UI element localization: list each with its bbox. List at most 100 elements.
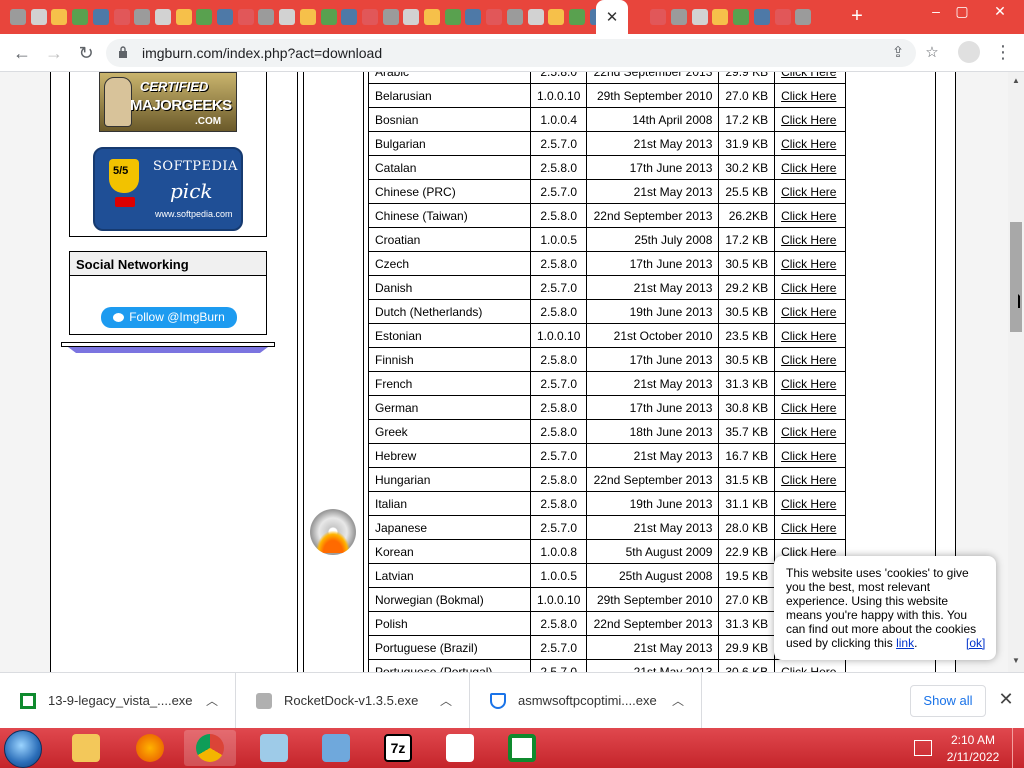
clock-date[interactable]: 2/11/2022 xyxy=(945,750,1001,764)
tab-favicon-icon[interactable] xyxy=(691,9,708,25)
tab-favicon-icon[interactable] xyxy=(196,9,213,25)
chevron-up-icon[interactable]: ︿ xyxy=(672,692,684,709)
chevron-up-icon[interactable]: ︿ xyxy=(206,692,218,709)
download-link[interactable]: Click Here xyxy=(781,209,836,223)
taskbar-notepad[interactable] xyxy=(248,730,300,766)
tab-favicon-icon[interactable] xyxy=(548,9,565,25)
download-link[interactable]: Click Here xyxy=(781,161,836,175)
download-link[interactable]: Click Here xyxy=(781,185,836,199)
download-item[interactable]: asmwsoftpcoptimi....exe ︿ xyxy=(470,673,702,729)
tab-favicon-icon[interactable] xyxy=(753,9,770,25)
tab-favicon-icon[interactable] xyxy=(279,9,296,25)
scroll-down-icon[interactable]: ▼ xyxy=(1012,656,1020,665)
active-tab[interactable]: ✕ xyxy=(596,0,628,34)
bookmark-star-icon[interactable]: ☆ xyxy=(922,43,942,63)
tab-favicon-icon[interactable] xyxy=(72,9,89,25)
back-arrow-icon[interactable]: ← xyxy=(10,41,34,65)
taskbar-7zip[interactable]: 7z xyxy=(372,730,424,766)
show-desktop-button[interactable] xyxy=(1012,728,1024,768)
reload-icon[interactable]: ↻ xyxy=(74,41,98,65)
tab-favicon-icon[interactable] xyxy=(134,9,151,25)
tab-favicon-icon[interactable] xyxy=(774,9,791,25)
tab-favicon-icon[interactable] xyxy=(92,9,109,25)
tab-favicon-icon[interactable] xyxy=(258,9,275,25)
tab-favicon-icon[interactable] xyxy=(299,9,316,25)
download-link[interactable]: Click Here xyxy=(781,305,836,319)
majorgeeks-badge[interactable]: CERTIFIED MAJORGEEKS .COM xyxy=(99,72,237,132)
profile-avatar-icon[interactable] xyxy=(958,41,980,63)
download-link[interactable]: Click Here xyxy=(781,137,836,151)
tab-favicon-icon[interactable] xyxy=(486,9,503,25)
tab-favicon-icon[interactable] xyxy=(444,9,461,25)
taskbar-download-manager[interactable] xyxy=(496,730,548,766)
download-link[interactable]: Click Here xyxy=(781,257,836,271)
start-button[interactable] xyxy=(4,730,42,768)
scrollbar-thumb[interactable] xyxy=(1010,222,1022,332)
tab-favicon-icon[interactable] xyxy=(113,9,130,25)
download-link[interactable]: Click Here xyxy=(781,473,836,487)
download-link[interactable]: Click Here xyxy=(781,113,836,127)
tab-favicon-icon[interactable] xyxy=(154,9,171,25)
action-center-flag-icon[interactable] xyxy=(914,740,932,756)
close-downloads-icon[interactable]: ✕ xyxy=(998,689,1014,710)
download-item[interactable]: 13-9-legacy_vista_....exe ︿ xyxy=(0,673,236,729)
twitter-follow-button[interactable]: Follow @ImgBurn xyxy=(101,307,237,328)
tab-favicon-icon[interactable] xyxy=(361,9,378,25)
download-link[interactable]: Click Here xyxy=(781,233,836,247)
restore-button[interactable]: ▢ xyxy=(950,2,974,22)
download-link[interactable]: Click Here xyxy=(781,353,836,367)
minimize-button[interactable]: – xyxy=(924,2,948,22)
download-link[interactable]: Click Here xyxy=(781,281,836,295)
tab-favicon-icon[interactable] xyxy=(320,9,337,25)
download-link[interactable]: Click Here xyxy=(781,401,836,415)
download-item[interactable]: RocketDock-v1.3.5.exe ︿ xyxy=(236,673,470,729)
download-link[interactable]: Click Here xyxy=(781,377,836,391)
new-tab-button[interactable]: + xyxy=(846,5,868,27)
tab-favicon-icon[interactable] xyxy=(733,9,750,25)
taskbar-chrome[interactable] xyxy=(184,730,236,766)
url-text[interactable]: imgburn.com/index.php?act=download xyxy=(142,45,382,61)
close-window-button[interactable]: ✕ xyxy=(988,2,1012,22)
tab-favicon-icon[interactable] xyxy=(341,9,358,25)
chevron-up-icon[interactable]: ︿ xyxy=(440,692,452,709)
browser-menu-icon[interactable]: ⋮ xyxy=(994,42,1012,62)
scroll-up-icon[interactable]: ▲ xyxy=(1012,76,1020,85)
taskbar-firefox[interactable] xyxy=(124,730,176,766)
tab-favicon-icon[interactable] xyxy=(30,9,47,25)
clock-time[interactable]: 2:10 AM xyxy=(945,733,1001,747)
tab-favicon-icon[interactable] xyxy=(568,9,585,25)
tab-favicon-icon[interactable] xyxy=(795,9,812,25)
show-all-downloads-button[interactable]: Show all xyxy=(910,685,986,717)
tab-favicon-icon[interactable] xyxy=(382,9,399,25)
download-link[interactable]: Click Here xyxy=(781,425,836,439)
download-link[interactable]: Click Here xyxy=(781,665,836,673)
tab-favicon-icon[interactable] xyxy=(403,9,420,25)
tab-favicon-icon[interactable] xyxy=(465,9,482,25)
cookie-link[interactable]: link xyxy=(896,636,914,650)
share-icon[interactable]: ⇪ xyxy=(888,43,908,63)
download-link[interactable]: Click Here xyxy=(781,449,836,463)
tab-favicon-icon[interactable] xyxy=(671,9,687,25)
tab-favicon-icon[interactable] xyxy=(527,9,544,25)
tab-favicon-icon[interactable] xyxy=(506,9,523,25)
tab-favicon-icon[interactable] xyxy=(650,9,667,25)
download-link[interactable]: Click Here xyxy=(781,521,836,535)
download-link[interactable]: Click Here xyxy=(781,329,836,343)
download-link[interactable]: Click Here xyxy=(781,72,836,79)
page-scrollbar[interactable]: ▲ ▼ xyxy=(1008,72,1024,672)
tab-favicon-icon[interactable] xyxy=(712,9,729,25)
softpedia-badge[interactable]: 5/5 SOFTPEDIA pick www.softpedia.com xyxy=(93,147,243,231)
tab-favicon-icon[interactable] xyxy=(175,9,192,25)
tab-favicon-icon[interactable] xyxy=(10,9,26,25)
taskbar-explorer[interactable] xyxy=(60,730,112,766)
address-bar[interactable]: imgburn.com/index.php?act=download ⇪ ☆ xyxy=(106,39,939,67)
download-link[interactable]: Click Here xyxy=(781,497,836,511)
taskbar-control-panel[interactable] xyxy=(310,730,362,766)
tab-favicon-icon[interactable] xyxy=(237,9,254,25)
cookie-ok-button[interactable]: [ok] xyxy=(966,636,985,650)
tab-favicon-icon[interactable] xyxy=(51,9,68,25)
taskbar-task-list[interactable] xyxy=(434,730,486,766)
download-link[interactable]: Click Here xyxy=(781,89,836,103)
forward-arrow-icon[interactable]: → xyxy=(42,41,66,65)
tab-favicon-icon[interactable] xyxy=(217,9,233,25)
